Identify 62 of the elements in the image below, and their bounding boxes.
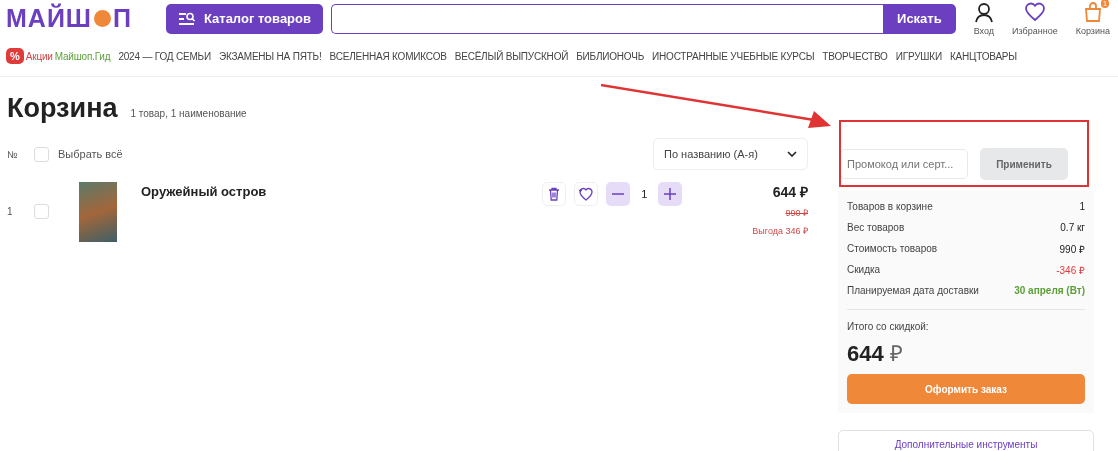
- price: 644 ₽: [772, 183, 808, 201]
- summary-label: Скидка: [847, 264, 881, 275]
- product-title[interactable]: Оружейный остров: [141, 184, 543, 199]
- nav-link[interactable]: ИГРУШКИ: [895, 50, 942, 62]
- nav-link[interactable]: ВСЕЛЕННАЯ КОМИКСОВ: [329, 50, 447, 62]
- heart-link[interactable]: Избранное: [1012, 25, 1058, 36]
- nav-link[interactable]: ЭКЗАМЕНЫ НА ПЯТЬ!: [218, 50, 322, 62]
- summary-value: 1: [1079, 201, 1085, 212]
- summary-value: 0.7 кг: [1060, 222, 1085, 233]
- item-count: 1 товар, 1 наименование: [130, 108, 247, 119]
- old-price: 990 ₽: [785, 207, 808, 219]
- summary-label: Товаров в корзине: [847, 201, 933, 212]
- promo-code-field[interactable]: Промокод или серт...: [840, 149, 968, 179]
- total-amount: 644: [847, 341, 884, 367]
- increase-button[interactable]: [658, 182, 683, 206]
- heart-plus-icon: [578, 187, 595, 201]
- nav-link[interactable]: ВЕСЁЛЫЙ ВЫПУСКНОЙ: [454, 50, 569, 62]
- minus-icon: [612, 193, 625, 195]
- nav-link[interactable]: 2024 — ГОД СЕМЬИ: [118, 50, 211, 62]
- currency-sign: ₽: [889, 340, 903, 367]
- heart-icon: [1024, 1, 1045, 23]
- summary-label: Вес товаров: [847, 222, 905, 233]
- logo-circle-icon: [94, 10, 111, 27]
- delete-button[interactable]: [542, 182, 567, 206]
- user-icon: [973, 1, 994, 23]
- savings-label: Выгода 346 ₽: [752, 225, 808, 237]
- decrease-button[interactable]: [606, 182, 631, 206]
- logo-text[interactable]: МАЙШ: [6, 4, 92, 33]
- row-number: 1: [7, 206, 14, 217]
- apply-button[interactable]: Применить: [980, 148, 1068, 180]
- nav-link[interactable]: Акции: [25, 50, 53, 62]
- nav-link[interactable]: ИНОСТРАННЫЕ УЧЕБНЫЕ КУРСЫ: [652, 50, 815, 62]
- summary-label: Стоимость товаров: [847, 243, 938, 254]
- page-title: Корзина: [7, 93, 118, 124]
- catalog-button[interactable]: Каталог товаров: [165, 3, 323, 34]
- summary-value: 990 ₽: [1059, 242, 1085, 256]
- summary-value: -346 ₽: [1056, 263, 1085, 277]
- add-to-favorites-button[interactable]: [574, 182, 599, 206]
- summary-label: Планируемая дата доставки: [847, 285, 979, 296]
- cart-link[interactable]: Корзина: [1075, 25, 1110, 36]
- select-all-checkbox[interactable]: [34, 146, 49, 162]
- sort-dropdown[interactable]: По названию (А-я): [653, 138, 808, 170]
- plus-icon: [664, 188, 677, 200]
- search-list-icon: [177, 11, 196, 26]
- cart-icon: [1082, 1, 1103, 23]
- trash-icon: [548, 187, 561, 201]
- summary-value: 30 апреля (Вт): [1014, 285, 1085, 296]
- user-link[interactable]: Вход: [973, 25, 995, 36]
- total-label: Итого со скидкой:: [847, 321, 930, 332]
- sale-badge[interactable]: %: [6, 48, 24, 64]
- search-button[interactable]: Искать: [883, 3, 956, 34]
- select-all-label[interactable]: Выбрать всё: [58, 148, 123, 160]
- nav-link[interactable]: КАНЦТОВАРЫ: [949, 50, 1017, 62]
- item-checkbox[interactable]: [34, 204, 49, 219]
- logo-text[interactable]: П: [113, 4, 132, 33]
- search-field[interactable]: [331, 3, 884, 34]
- nav-link[interactable]: ТВОРЧЕСТВО: [822, 50, 888, 62]
- tools-button[interactable]: Дополнительные инструменты: [838, 430, 1094, 451]
- quantity: 1: [640, 188, 649, 200]
- column-header: №: [7, 148, 19, 160]
- chevron-down-icon: [787, 151, 797, 157]
- nav-link[interactable]: БИБЛИОНОЧЬ: [576, 50, 645, 62]
